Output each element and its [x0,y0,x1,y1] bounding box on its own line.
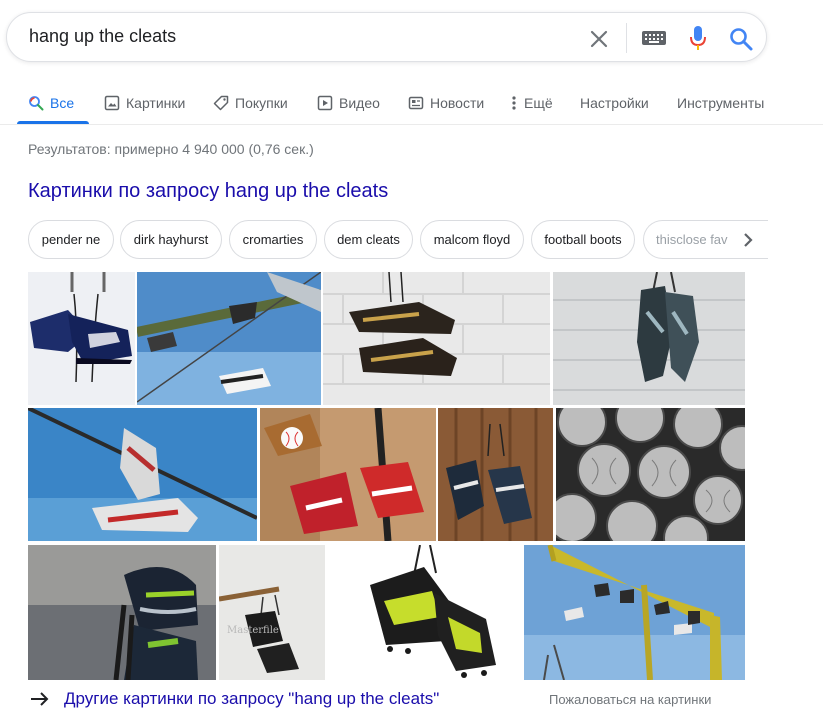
tab-tools[interactable]: Инструменты [677,90,764,116]
chip[interactable]: pender ne [28,220,114,259]
chevron-right-icon[interactable] [740,231,756,249]
image-result[interactable]: Masterfile [219,545,325,680]
search-icon [28,95,44,111]
image-result[interactable] [323,272,550,405]
related-chips: pender ne dirk hayhurst cromarties dem c… [28,220,768,260]
tab-label: Инструменты [677,95,765,111]
tab-label: Ещё [524,95,553,111]
image-result[interactable] [438,408,553,541]
search-input[interactable]: hang up the cleats [29,26,176,47]
images-section-title[interactable]: Картинки по запросу hang up the cleats [28,180,388,203]
tab-all[interactable]: Все [28,90,74,116]
tab-label: Картинки [126,95,186,111]
search-box-divider [626,23,627,53]
image-result[interactable] [28,545,216,680]
image-icon [104,95,120,111]
news-icon [408,95,424,111]
report-images-link[interactable]: Пожаловаться на картинки [549,692,711,707]
more-images-link[interactable]: Другие картинки по запросу "hang up the … [30,689,439,709]
watermark: Masterfile [227,625,279,636]
tab-label: Видео [339,95,380,111]
search-box[interactable]: hang up the cleats [6,12,767,62]
microphone-icon[interactable] [686,24,710,52]
chip[interactable]: malcom floyd [420,220,524,259]
tab-label: Покупки [235,95,288,111]
image-result[interactable] [556,408,745,541]
image-result[interactable] [524,545,745,680]
chip[interactable]: football boots [531,220,635,259]
result-stats: Результатов: примерно 4 940 000 (0,76 се… [28,141,314,157]
chip[interactable]: dem cleats [324,220,413,259]
tab-settings[interactable]: Настройки [580,90,649,116]
active-tab-indicator [17,121,89,124]
clear-icon[interactable] [587,27,611,51]
image-result[interactable] [328,545,521,680]
tab-video[interactable]: Видео [317,90,380,116]
image-result[interactable] [28,408,257,541]
image-result[interactable] [260,408,436,541]
tab-label: Новости [430,95,485,111]
tab-news[interactable]: Новости [408,90,484,116]
image-result[interactable] [137,272,321,405]
image-result[interactable] [28,272,135,405]
arrow-right-icon [30,691,50,707]
tag-icon [213,95,229,111]
more-images-label: Другие картинки по запросу "hang up the … [64,689,440,708]
search-tabs: Все Картинки Покупки Видео Новости Ещё Н… [0,80,823,125]
image-result[interactable] [553,272,745,405]
tab-label: Все [50,95,75,111]
tab-shopping[interactable]: Покупки [213,90,288,116]
chip[interactable]: dirk hayhurst [120,220,222,259]
play-icon [317,95,333,111]
chip[interactable]: cromarties [229,220,317,259]
tab-label: Настройки [580,95,649,111]
more-vert-icon [510,95,518,111]
search-icon[interactable] [728,26,754,52]
keyboard-icon[interactable] [641,28,667,48]
tab-more[interactable]: Ещё [510,90,553,116]
tab-images[interactable]: Картинки [104,90,185,116]
